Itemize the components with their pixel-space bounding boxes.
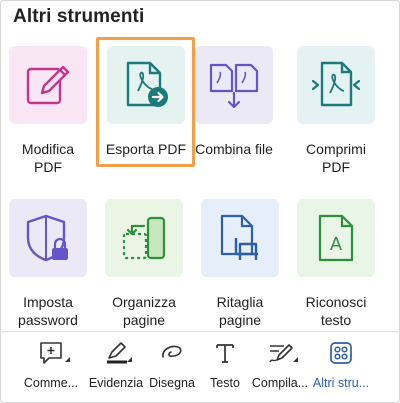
draw-icon — [162, 345, 182, 358]
tool-organizza-pagine[interactable]: Organizza pagine — [96, 199, 192, 329]
text-icon — [216, 344, 234, 363]
section-title: Altri strumenti — [13, 6, 145, 27]
fill-sign-icon — [269, 344, 293, 363]
protect-password-tile — [9, 199, 87, 277]
compress-pdf-tile — [297, 46, 375, 124]
toolbar-comment-button[interactable]: Comme... — [18, 340, 84, 396]
tool-label: Imposta password — [18, 294, 78, 328]
edit-pdf-tile — [9, 46, 87, 124]
dropdown-caret-icon — [65, 357, 70, 362]
toolbar-label: Evidenzia — [88, 376, 144, 390]
tool-combina-file[interactable]: Combina file — [186, 46, 282, 158]
toolbar-fill-sign-button[interactable]: Compila... — [249, 340, 311, 396]
toolbar-more-tools-button[interactable]: Altri stru... — [309, 340, 373, 396]
combine-files-tile — [195, 46, 273, 124]
tool-imposta-password[interactable]: Imposta password — [0, 199, 96, 329]
toolbar-label: Disegna — [149, 376, 195, 390]
tool-riconosci-testo[interactable]: A Riconosci testo — [288, 199, 384, 329]
selected-tool-highlight — [96, 37, 195, 167]
tool-modifica-pdf[interactable]: Modifica PDF — [0, 46, 96, 176]
toolbar-highlight-button[interactable]: Evidenzia — [84, 340, 148, 396]
svg-text:A: A — [330, 234, 342, 254]
compress-pdf-icon — [311, 61, 361, 107]
more-tools-icon — [330, 342, 352, 364]
tool-label: Riconosci testo — [305, 294, 367, 328]
edit-pdf-icon — [26, 65, 70, 105]
tool-comprimi-pdf[interactable]: Comprimi PDF — [288, 46, 384, 176]
tool-label: Ritaglia pagine — [216, 294, 264, 328]
crop-pages-icon — [220, 214, 258, 260]
tool-label: Modifica PDF — [21, 141, 75, 175]
toolbar-label: Compila... — [251, 376, 309, 390]
toolbar-label: Testo — [210, 376, 240, 390]
toolbar-draw-button[interactable]: Disegna — [146, 340, 198, 396]
toolbar-divider — [0, 331, 400, 332]
tool-label: Organizza pagine — [112, 294, 176, 328]
toolbar-label: Altri stru... — [312, 376, 370, 390]
dropdown-caret-icon — [293, 357, 298, 362]
toolbar-text-button[interactable]: Testo — [204, 340, 246, 396]
protect-password-icon — [26, 214, 68, 262]
ocr-text-tile: A — [297, 199, 375, 277]
organize-pages-icon — [122, 216, 166, 260]
combine-files-icon — [209, 63, 259, 109]
toolbar-label: Comme... — [23, 376, 79, 390]
tool-ritaglia-pagine[interactable]: Ritaglia pagine — [192, 199, 288, 329]
tool-label: Combina file — [195, 141, 273, 157]
crop-pages-tile — [201, 199, 279, 277]
highlighter-icon — [107, 342, 127, 364]
dropdown-caret-icon — [127, 357, 132, 362]
comment-icon — [40, 342, 62, 364]
organize-pages-tile — [105, 199, 183, 277]
tool-label: Comprimi PDF — [306, 141, 366, 175]
ocr-text-icon: A — [318, 214, 354, 262]
